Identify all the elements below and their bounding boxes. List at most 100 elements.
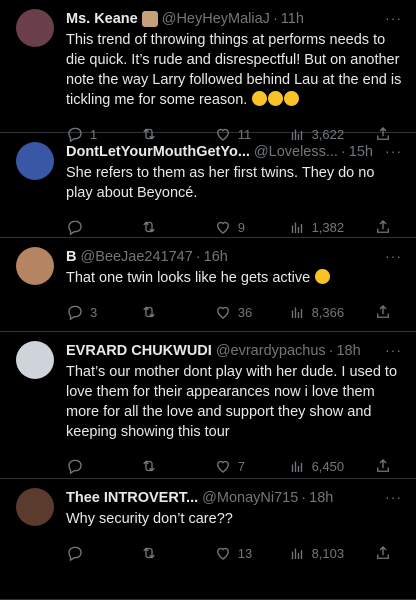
user-handle[interactable]: @BeeJae241747 <box>80 248 192 266</box>
heart-icon <box>216 547 229 560</box>
timestamp[interactable]: 16h <box>204 248 228 266</box>
separator-dot: · <box>195 249 201 265</box>
views-button[interactable]: 8,366 <box>288 303 345 321</box>
timestamp[interactable]: 18h <box>309 489 333 507</box>
reply-icon <box>68 546 82 562</box>
separator-dot: · <box>328 343 334 359</box>
tweet-header: EVRARD CHUKWUDI @evrardypachus · 18h <box>66 342 404 360</box>
reply-button[interactable]: 3 <box>66 303 110 321</box>
tweet-header: B @BeeJae241747 · 16h <box>66 248 404 266</box>
avatar[interactable] <box>16 247 54 285</box>
timestamp[interactable]: 11h <box>281 10 304 28</box>
tweet-header: Ms. Keane @HeyHeyMaliaJ · 11h <box>66 10 404 28</box>
display-name[interactable]: Ms. Keane <box>66 10 138 28</box>
share-icon <box>377 546 389 559</box>
tweet-text: That’s our mother dont play with her dud… <box>66 364 398 440</box>
retweet-icon <box>143 221 155 233</box>
analytics-icon <box>291 461 302 472</box>
retweet-button[interactable] <box>140 544 184 562</box>
more-options-icon[interactable]: ··· <box>385 143 402 159</box>
display-name[interactable]: EVRARD CHUKWUDI <box>66 342 212 360</box>
more-options-icon[interactable]: ··· <box>385 248 402 264</box>
tweet[interactable]: ··· DontLetYourMouthGetYo... @Loveless..… <box>0 133 416 238</box>
share-button[interactable] <box>374 457 392 475</box>
tweet-actions: 7 6,450 <box>66 452 404 480</box>
reply-button[interactable] <box>66 457 110 475</box>
reply-count: 3 <box>90 304 98 320</box>
analytics-icon <box>291 548 302 559</box>
analytics-icon <box>291 307 302 318</box>
like-button[interactable]: 13 <box>214 544 258 562</box>
separator-dot: · <box>301 490 307 506</box>
tweet-header: Thee INTROVERT... @MonayNi715 · 18h <box>66 489 404 507</box>
laughing-emoji-icon <box>268 91 284 106</box>
laughing-emoji-icon <box>315 269 331 284</box>
separator-dot: · <box>272 11 278 27</box>
reply-button[interactable] <box>66 544 110 562</box>
like-count: 36 <box>237 304 253 320</box>
tweet-header: DontLetYourMouthGetYo... @Loveless... · … <box>66 143 404 161</box>
tweet-actions: 3 36 8,366 <box>66 298 404 326</box>
views-button[interactable]: 6,450 <box>288 457 345 475</box>
tweet[interactable]: ··· Thee INTROVERT... @MonayNi715 · 18h … <box>0 479 416 600</box>
more-options-icon[interactable]: ··· <box>385 489 402 505</box>
share-icon <box>377 305 389 318</box>
share-button[interactable] <box>374 303 392 321</box>
view-count: 8,103 <box>311 545 345 561</box>
user-handle[interactable]: @HeyHeyMaliaJ <box>162 10 270 28</box>
laughing-emoji-icon <box>252 91 268 106</box>
reply-timeline: ··· Ms. Keane @HeyHeyMaliaJ · 11h This t… <box>0 0 416 600</box>
heart-icon <box>216 221 229 234</box>
timestamp[interactable]: 15h <box>349 143 373 161</box>
reply-button[interactable] <box>66 218 110 236</box>
retweet-icon <box>143 306 155 318</box>
more-options-icon[interactable]: ··· <box>385 342 402 358</box>
share-icon <box>377 220 389 233</box>
view-count: 8,366 <box>311 304 345 320</box>
retweet-button[interactable] <box>140 303 184 321</box>
avatar[interactable] <box>16 341 54 379</box>
display-name[interactable]: Thee INTROVERT... <box>66 489 198 507</box>
tweet-actions: 13 8,103 <box>66 539 404 567</box>
like-button[interactable]: 7 <box>214 457 258 475</box>
avatar[interactable] <box>16 488 54 526</box>
profile-badge-icon <box>141 11 158 27</box>
user-handle[interactable]: @evrardypachus <box>216 342 326 360</box>
retweet-button[interactable] <box>140 457 184 475</box>
avatar[interactable] <box>16 142 54 180</box>
display-name[interactable]: DontLetYourMouthGetYo... <box>66 143 250 161</box>
retweet-icon <box>143 547 155 559</box>
tweet-text: That one twin looks like he gets active <box>66 268 404 288</box>
like-count: 9 <box>237 219 245 235</box>
laughing-emoji-icon <box>284 91 300 106</box>
user-handle[interactable]: @Loveless... <box>254 143 338 161</box>
like-button[interactable]: 36 <box>214 303 258 321</box>
like-button[interactable]: 9 <box>214 218 258 236</box>
heart-icon <box>216 460 229 473</box>
view-count: 1,382 <box>311 219 345 235</box>
like-count: 13 <box>237 545 253 561</box>
views-button[interactable]: 8,103 <box>288 544 345 562</box>
more-options-icon[interactable]: ··· <box>385 10 402 26</box>
heart-icon <box>216 306 229 319</box>
avatar[interactable] <box>16 9 54 47</box>
retweet-button[interactable] <box>140 218 184 236</box>
share-button[interactable] <box>374 218 392 236</box>
display-name[interactable]: B <box>66 248 76 266</box>
separator-dot: · <box>340 144 346 160</box>
retweet-icon <box>143 460 155 472</box>
reply-icon <box>68 305 82 321</box>
tweet[interactable]: ··· B @BeeJae241747 · 16h That one twin … <box>0 238 416 332</box>
reply-icon <box>68 220 82 236</box>
tweet[interactable]: ··· Ms. Keane @HeyHeyMaliaJ · 11h This t… <box>0 0 416 143</box>
tweet[interactable]: ··· EVRARD CHUKWUDI @evrardypachus · 18h… <box>0 332 416 479</box>
like-count: 7 <box>237 458 245 474</box>
user-handle[interactable]: @MonayNi715 <box>202 489 298 507</box>
tweet-text: Why security don’t care?? <box>66 511 233 527</box>
reply-icon <box>68 459 82 475</box>
timestamp[interactable]: 18h <box>336 342 360 360</box>
tweet-text: This trend of throwing things at perform… <box>66 32 402 108</box>
share-button[interactable] <box>374 544 392 562</box>
view-count: 6,450 <box>311 458 345 474</box>
views-button[interactable]: 1,382 <box>288 218 345 236</box>
